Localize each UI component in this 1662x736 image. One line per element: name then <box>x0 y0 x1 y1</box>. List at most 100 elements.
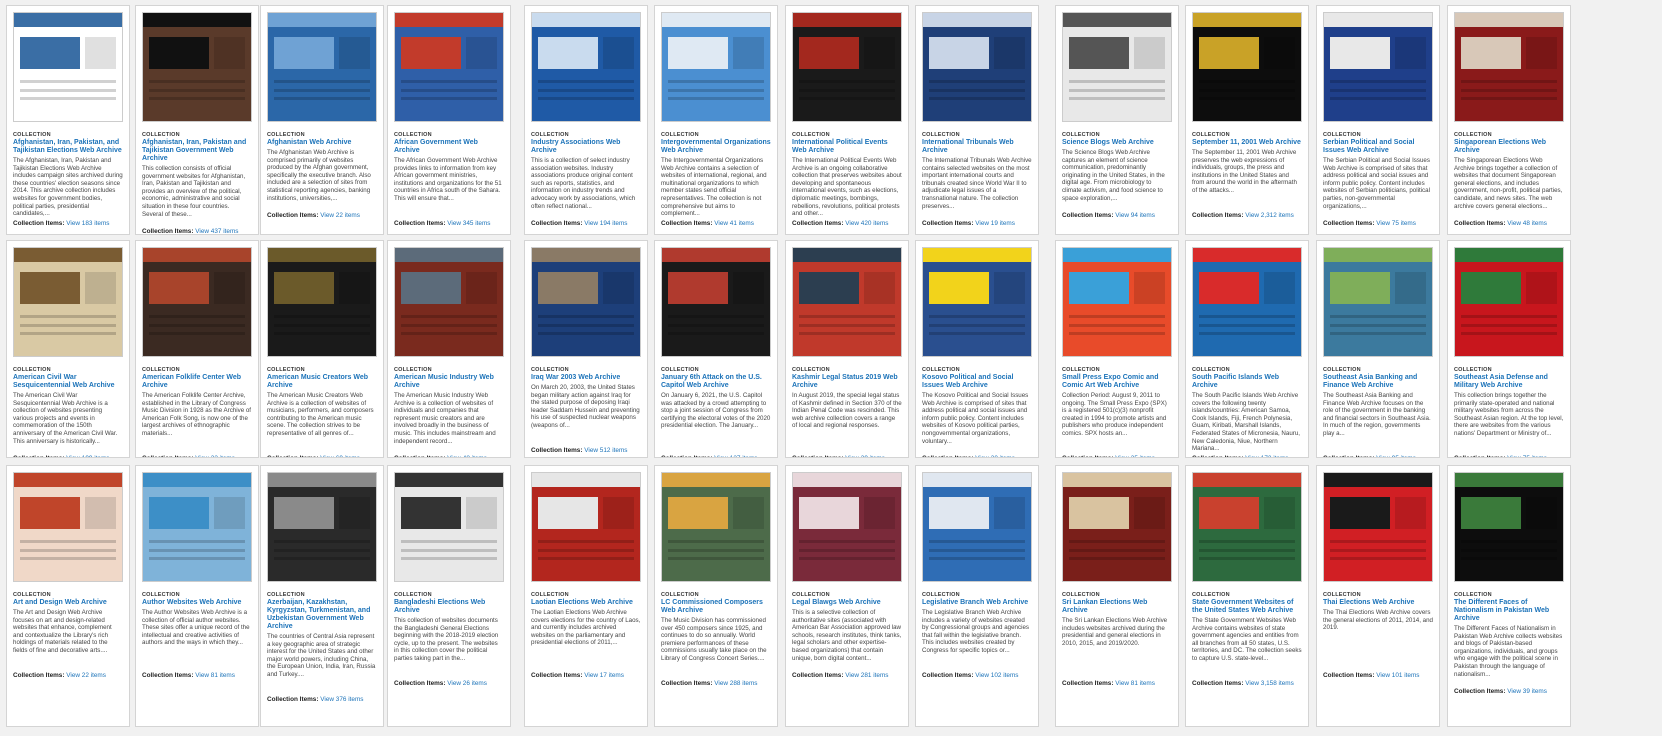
view-items-link[interactable]: View 17 items <box>584 672 624 679</box>
view-items-link[interactable]: View 39 items <box>845 455 885 457</box>
view-items-link[interactable]: View 22 items <box>66 672 106 679</box>
collection-card[interactable]: COLLECTION Iraq War 2003 Web Archive On Ma… <box>524 240 648 458</box>
collection-card[interactable]: COLLECTION Small Press Expo Comic and Com… <box>1055 240 1179 458</box>
collection-title-link[interactable]: Legislative Branch Web Archive <box>922 599 1032 607</box>
view-items-link[interactable]: View 420 items <box>845 220 888 227</box>
collection-thumbnail[interactable] <box>394 247 504 357</box>
collection-thumbnail[interactable] <box>922 247 1032 357</box>
view-items-link[interactable]: View 345 items <box>447 220 490 227</box>
collection-title-link[interactable]: Intergovernmental Organizations Web Arch… <box>661 139 771 155</box>
collection-thumbnail[interactable] <box>1454 472 1564 582</box>
collection-title-link[interactable]: Bangladeshi Elections Web Archive <box>394 599 504 615</box>
collection-thumbnail[interactable] <box>394 472 504 582</box>
collection-thumbnail[interactable] <box>13 12 123 122</box>
view-items-link[interactable]: View 19 items <box>975 220 1015 227</box>
view-items-link[interactable]: View 69 items <box>320 455 360 457</box>
view-items-link[interactable]: View 95 items <box>1376 455 1416 457</box>
collection-card[interactable]: COLLECTION Afghanistan, Iran, Pakistan, a… <box>6 5 130 235</box>
view-items-link[interactable]: View 288 items <box>714 680 757 687</box>
collection-card[interactable]: COLLECTION South Pacific Islands Web Arch… <box>1185 240 1309 458</box>
collection-thumbnail[interactable] <box>1323 12 1433 122</box>
collection-card[interactable]: COLLECTION Kosovo Political and Social Is… <box>915 240 1039 458</box>
collection-title-link[interactable]: Kosovo Political and Social Issues Web A… <box>922 374 1032 390</box>
view-items-link[interactable]: View 41 items <box>714 220 754 227</box>
collection-thumbnail[interactable] <box>1454 247 1564 357</box>
collection-card[interactable]: COLLECTION Afghanistan, Iran, Pakistan an… <box>135 5 259 235</box>
collection-card[interactable]: COLLECTION September 11, 2001 Web Archive… <box>1185 5 1309 235</box>
view-items-link[interactable]: View 81 items <box>1115 680 1155 687</box>
view-items-link[interactable]: View 26 items <box>447 680 487 687</box>
collection-card[interactable]: COLLECTION Southeast Asia Banking and Fin… <box>1316 240 1440 458</box>
view-items-link[interactable]: View 23 items <box>195 455 235 457</box>
collection-card[interactable]: COLLECTION Serbian Political and Social I… <box>1316 5 1440 235</box>
collection-thumbnail[interactable] <box>1454 12 1564 122</box>
collection-title-link[interactable]: Singaporean Elections Web Archive <box>1454 139 1564 155</box>
collection-title-link[interactable]: African Government Web Archive <box>394 139 504 155</box>
collection-title-link[interactable]: The Different Faces of Nationalism in Pa… <box>1454 599 1564 623</box>
view-items-link[interactable]: View 94 items <box>1115 212 1155 219</box>
collection-title-link[interactable]: American Music Industry Web Archive <box>394 374 504 390</box>
collection-thumbnail[interactable] <box>1192 12 1302 122</box>
collection-title-link[interactable]: Afghanistan Web Archive <box>267 139 377 147</box>
collection-title-link[interactable]: Kashmir Legal Status 2019 Web Archive <box>792 374 902 390</box>
collection-card[interactable]: COLLECTION Sri Lankan Elections Web Archi… <box>1055 465 1179 727</box>
collection-title-link[interactable]: Afghanistan, Iran, Pakistan, and Tajikis… <box>13 139 123 155</box>
collection-thumbnail[interactable] <box>792 247 902 357</box>
collection-title-link[interactable]: Azerbaijan, Kazakhstan, Kyrgyzstan, Turk… <box>267 599 377 631</box>
collection-title-link[interactable]: January 6th Attack on the U.S. Capitol W… <box>661 374 771 390</box>
view-items-link[interactable]: View 39 items <box>1507 688 1547 695</box>
collection-title-link[interactable]: Industry Associations Web Archive <box>531 139 641 155</box>
collection-thumbnail[interactable] <box>792 472 902 582</box>
collection-title-link[interactable]: Small Press Expo Comic and Comic Art Web… <box>1062 374 1172 390</box>
collection-thumbnail[interactable] <box>267 472 377 582</box>
collection-thumbnail[interactable] <box>13 472 123 582</box>
collection-title-link[interactable]: LC Commissioned Composers Web Archive <box>661 599 771 615</box>
collection-card[interactable]: COLLECTION American Civil War Sesquicente… <box>6 240 130 458</box>
collection-card[interactable]: COLLECTION Thai Elections Web Archive The … <box>1316 465 1440 727</box>
view-items-link[interactable]: View 75 items <box>1376 220 1416 227</box>
collection-thumbnail[interactable] <box>394 12 504 122</box>
collection-title-link[interactable]: Art and Design Web Archive <box>13 599 123 607</box>
collection-title-link[interactable]: Afghanistan, Iran, Pakistan and Tajikist… <box>142 139 252 163</box>
collection-thumbnail[interactable] <box>922 472 1032 582</box>
collection-card[interactable]: COLLECTION Kashmir Legal Status 2019 Web … <box>785 240 909 458</box>
collection-card[interactable]: COLLECTION Azerbaijan, Kazakhstan, Kyrgyz… <box>260 465 384 727</box>
collection-card[interactable]: COLLECTION Legislative Branch Web Archive… <box>915 465 1039 727</box>
collection-card[interactable]: COLLECTION Art and Design Web Archive The … <box>6 465 130 727</box>
collection-title-link[interactable]: Laotian Elections Web Archive <box>531 599 641 607</box>
collection-thumbnail[interactable] <box>661 12 771 122</box>
view-items-link[interactable]: View 137 items <box>714 455 757 457</box>
collection-title-link[interactable]: State Government Websites of the United … <box>1192 599 1302 615</box>
collection-title-link[interactable]: Legal Blawgs Web Archive <box>792 599 902 607</box>
view-items-link[interactable]: View 48 items <box>447 455 487 457</box>
collection-thumbnail[interactable] <box>142 12 252 122</box>
collection-thumbnail[interactable] <box>1062 472 1172 582</box>
collection-title-link[interactable]: American Folklife Center Web Archive <box>142 374 252 390</box>
collection-card[interactable]: COLLECTION Legal Blawgs Web Archive This i… <box>785 465 909 727</box>
view-items-link[interactable]: View 3,158 items <box>1245 680 1294 687</box>
collection-title-link[interactable]: International Political Events Web Archi… <box>792 139 902 155</box>
collection-thumbnail[interactable] <box>1062 12 1172 122</box>
collection-thumbnail[interactable] <box>1062 247 1172 357</box>
collection-card[interactable]: COLLECTION Industry Associations Web Arch… <box>524 5 648 235</box>
view-items-link[interactable]: View 48 items <box>1507 220 1547 227</box>
collection-card[interactable]: COLLECTION State Government Websites of t… <box>1185 465 1309 727</box>
view-items-link[interactable]: View 194 items <box>584 220 627 227</box>
view-items-link[interactable]: View 376 items <box>320 696 363 703</box>
collection-card[interactable]: COLLECTION African Government Web Archive… <box>387 5 511 235</box>
view-items-link[interactable]: View 183 items <box>66 220 109 227</box>
collection-card[interactable]: COLLECTION Author Websites Web Archive The… <box>135 465 259 727</box>
collection-title-link[interactable]: Southeast Asia Banking and Finance Web A… <box>1323 374 1433 390</box>
collection-card[interactable]: COLLECTION Singaporean Elections Web Arch… <box>1447 5 1571 235</box>
collection-thumbnail[interactable] <box>661 472 771 582</box>
collection-thumbnail[interactable] <box>1192 472 1302 582</box>
collection-title-link[interactable]: Serbian Political and Social Issues Web … <box>1323 139 1433 155</box>
collection-card[interactable]: COLLECTION The Different Faces of Nationa… <box>1447 465 1571 727</box>
collection-thumbnail[interactable] <box>1323 247 1433 357</box>
collection-card[interactable]: COLLECTION American Folklife Center Web A… <box>135 240 259 458</box>
collection-thumbnail[interactable] <box>1323 472 1433 582</box>
collection-card[interactable]: COLLECTION Intergovernmental Organization… <box>654 5 778 235</box>
collection-thumbnail[interactable] <box>267 247 377 357</box>
view-items-link[interactable]: View 2,312 items <box>1245 212 1294 219</box>
collection-title-link[interactable]: South Pacific Islands Web Archive <box>1192 374 1302 390</box>
